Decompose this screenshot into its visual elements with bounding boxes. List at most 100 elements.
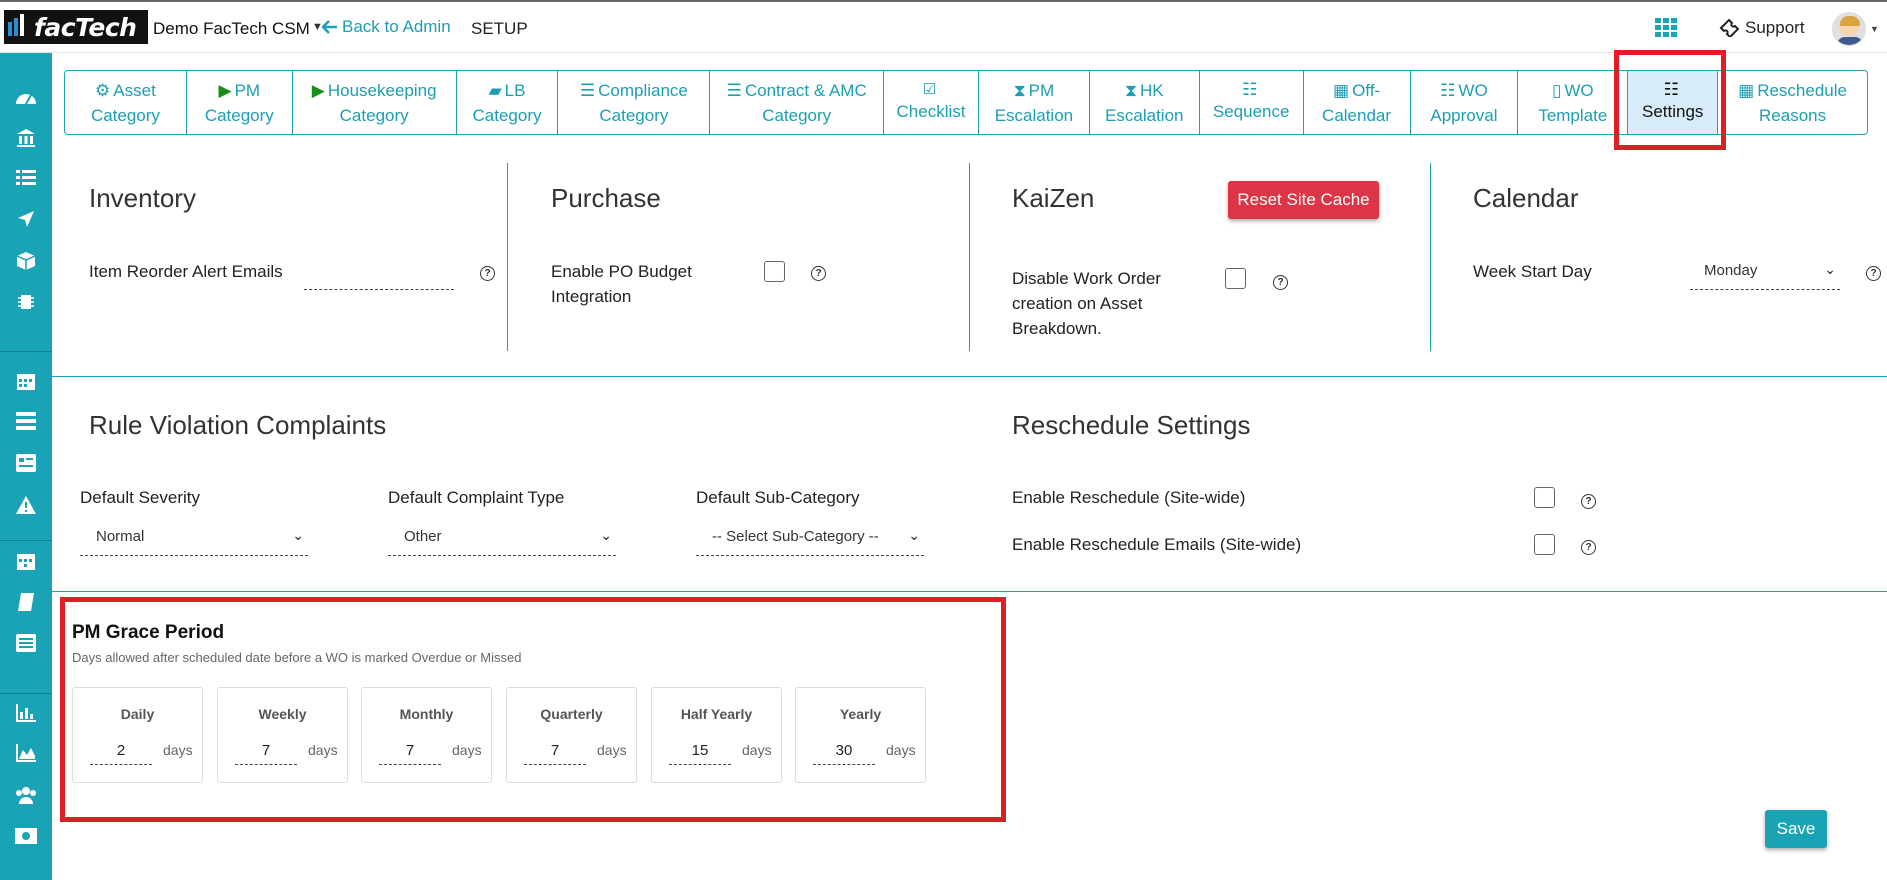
grace-quarterly-input[interactable]: 7 <box>524 742 586 765</box>
default-subcategory-select[interactable]: -- Select Sub-Category -- ⌄ <box>696 527 924 556</box>
disable-wo-checkbox[interactable] <box>1225 268 1246 289</box>
default-severity-select[interactable]: Normal ⌄ <box>80 527 308 556</box>
cube-icon[interactable] <box>15 250 37 272</box>
list-ol-icon: ☷ <box>1440 80 1456 100</box>
grace-period-name: Monthly <box>399 706 454 722</box>
help-icon[interactable]: ? <box>1866 266 1881 281</box>
sidebar <box>0 53 52 880</box>
reset-site-cache-button[interactable]: Reset Site Cache <box>1228 181 1379 219</box>
divider <box>1430 163 1431 351</box>
warning-icon[interactable] <box>15 494 37 516</box>
help-icon[interactable]: ? <box>811 266 826 281</box>
tab-hk-escalation[interactable]: ⧗ HK Escalation <box>1090 71 1200 134</box>
bar-chart-icon[interactable] <box>15 702 37 724</box>
enable-reschedule-checkbox[interactable] <box>1534 487 1555 508</box>
chevron-down-icon: ⌄ <box>292 527 304 543</box>
grace-unit: days <box>742 742 772 758</box>
grace-unit: days <box>163 742 193 758</box>
tab-pm-category[interactable]: ▶ PM Category <box>187 71 293 134</box>
divider <box>52 591 1887 592</box>
item-reorder-label: Item Reorder Alert Emails <box>89 262 283 281</box>
support-link[interactable]: Support <box>1719 18 1805 38</box>
newspaper-icon[interactable] <box>15 452 37 474</box>
calendar-icon[interactable] <box>15 370 37 392</box>
reschedule-settings-title: Reschedule Settings <box>1012 410 1251 440</box>
grace-monthly-input[interactable]: 7 <box>379 742 441 765</box>
bank-icon[interactable] <box>15 127 37 149</box>
help-icon[interactable]: ? <box>1581 494 1596 509</box>
tab-wo-approval[interactable]: ☷ WO Approval <box>1411 71 1519 134</box>
dashboard-icon[interactable] <box>15 86 37 108</box>
user-avatar[interactable] <box>1832 12 1866 46</box>
tab-reschedule-reasons[interactable]: ▦ Reschedule Reasons <box>1718 71 1867 134</box>
setup-label: SETUP <box>471 19 528 38</box>
enable-reschedule-label: Enable Reschedule (Site-wide) <box>1012 488 1246 507</box>
week-start-select[interactable]: Monday ⌄ <box>1690 261 1840 290</box>
back-to-admin-link[interactable]: Back to Admin <box>322 17 451 37</box>
default-complaint-type-label: Default Complaint Type <box>388 488 565 507</box>
help-icon[interactable]: ? <box>1273 275 1288 290</box>
tab-housekeeping-category[interactable]: ▶ Housekeeping Category <box>293 71 457 134</box>
purchase-title: Purchase <box>551 183 661 213</box>
avatar-caret-icon[interactable]: ▼ <box>1870 24 1879 34</box>
default-complaint-type-select[interactable]: Other ⌄ <box>388 527 616 556</box>
tab-checklist[interactable]: ☑ Checklist <box>884 71 979 134</box>
list-icon[interactable] <box>15 167 37 189</box>
grace-yearly-input[interactable]: 30 <box>813 742 875 765</box>
area-chart-icon[interactable] <box>15 742 37 764</box>
week-start-value: Monday <box>1704 262 1758 279</box>
location-arrow-icon[interactable] <box>15 208 37 230</box>
tab-label: Compliance Category <box>598 80 688 125</box>
grace-daily-input[interactable]: 2 <box>90 742 152 765</box>
book-icon: ▰ <box>488 80 502 100</box>
help-icon[interactable]: ? <box>480 266 495 281</box>
users-icon[interactable] <box>15 784 37 806</box>
rule-violation-title: Rule Violation Complaints <box>89 410 387 440</box>
chevron-down-icon: ⌄ <box>600 527 612 543</box>
subcategory-value: -- Select Sub-Category -- <box>712 528 879 545</box>
save-button[interactable]: Save <box>1765 810 1827 848</box>
grace-weekly-input[interactable]: 7 <box>235 742 297 765</box>
enable-reschedule-emails-checkbox[interactable] <box>1534 534 1555 555</box>
grace-period-name: Daily <box>120 706 155 722</box>
tab-label: Housekeeping Category <box>327 80 437 125</box>
help-icon[interactable]: ? <box>1581 540 1596 555</box>
factech-logo[interactable]: facTech <box>4 10 148 44</box>
grace-half-yearly-input[interactable]: 15 <box>669 742 731 765</box>
tab-label: Checklist <box>896 102 966 121</box>
tab-label: Reschedule Reasons <box>1757 80 1847 125</box>
tab-label: WO Template <box>1538 80 1608 125</box>
kaizen-title: KaiZen <box>1012 183 1095 213</box>
site-name[interactable]: Demo FacTech CSM <box>153 19 310 39</box>
book-icon[interactable] <box>15 591 37 613</box>
list-alt-icon[interactable] <box>15 632 37 654</box>
tab-label: HK Escalation <box>1105 80 1184 125</box>
grace-period-name: Weekly <box>258 706 307 722</box>
grace-period-name: Half Yearly <box>680 706 753 722</box>
tab-compliance-category[interactable]: ☰ Compliance Category <box>558 71 711 134</box>
tab-off-calendar[interactable]: ▦ Off-Calendar <box>1304 71 1411 134</box>
tab-sequence[interactable]: ☷ Sequence <box>1200 71 1304 134</box>
calendar-alt-icon[interactable] <box>15 550 37 572</box>
money-icon[interactable] <box>15 825 37 847</box>
po-budget-checkbox[interactable] <box>764 261 785 282</box>
tab-asset-category[interactable]: ⚙ Asset Category <box>65 71 187 134</box>
tasks-icon[interactable] <box>15 410 37 432</box>
arrow-left-icon <box>322 20 337 34</box>
default-severity-label: Default Severity <box>80 488 200 507</box>
tab-label: LB Category <box>472 80 542 125</box>
play-icon: ▶ <box>218 80 232 100</box>
top-bar: facTech Demo FacTech CSM ▼ Back to Admin… <box>0 0 1887 53</box>
grace-period-subtitle: Days allowed after scheduled date before… <box>72 650 522 665</box>
tab-lb-category[interactable]: ▰ LB Category <box>457 71 559 134</box>
tab-pm-escalation[interactable]: ⧗ PM Escalation <box>979 71 1090 134</box>
chip-icon[interactable] <box>15 291 37 313</box>
disable-wo-label: Disable Work Order creation on Asset Bre… <box>1012 269 1161 338</box>
cubes-icon: ⚙ <box>95 80 111 100</box>
apps-grid-icon[interactable] <box>1655 18 1677 38</box>
tab-contract-amc-category[interactable]: ☰ Contract & AMC Category <box>710 71 885 134</box>
tab-wo-template[interactable]: ▯ WO Template <box>1518 71 1629 134</box>
item-reorder-emails-input[interactable] <box>304 269 454 290</box>
grace-card-half-yearly: Half Yearly 15 days <box>651 687 782 783</box>
tab-label: PM Escalation <box>994 80 1074 125</box>
